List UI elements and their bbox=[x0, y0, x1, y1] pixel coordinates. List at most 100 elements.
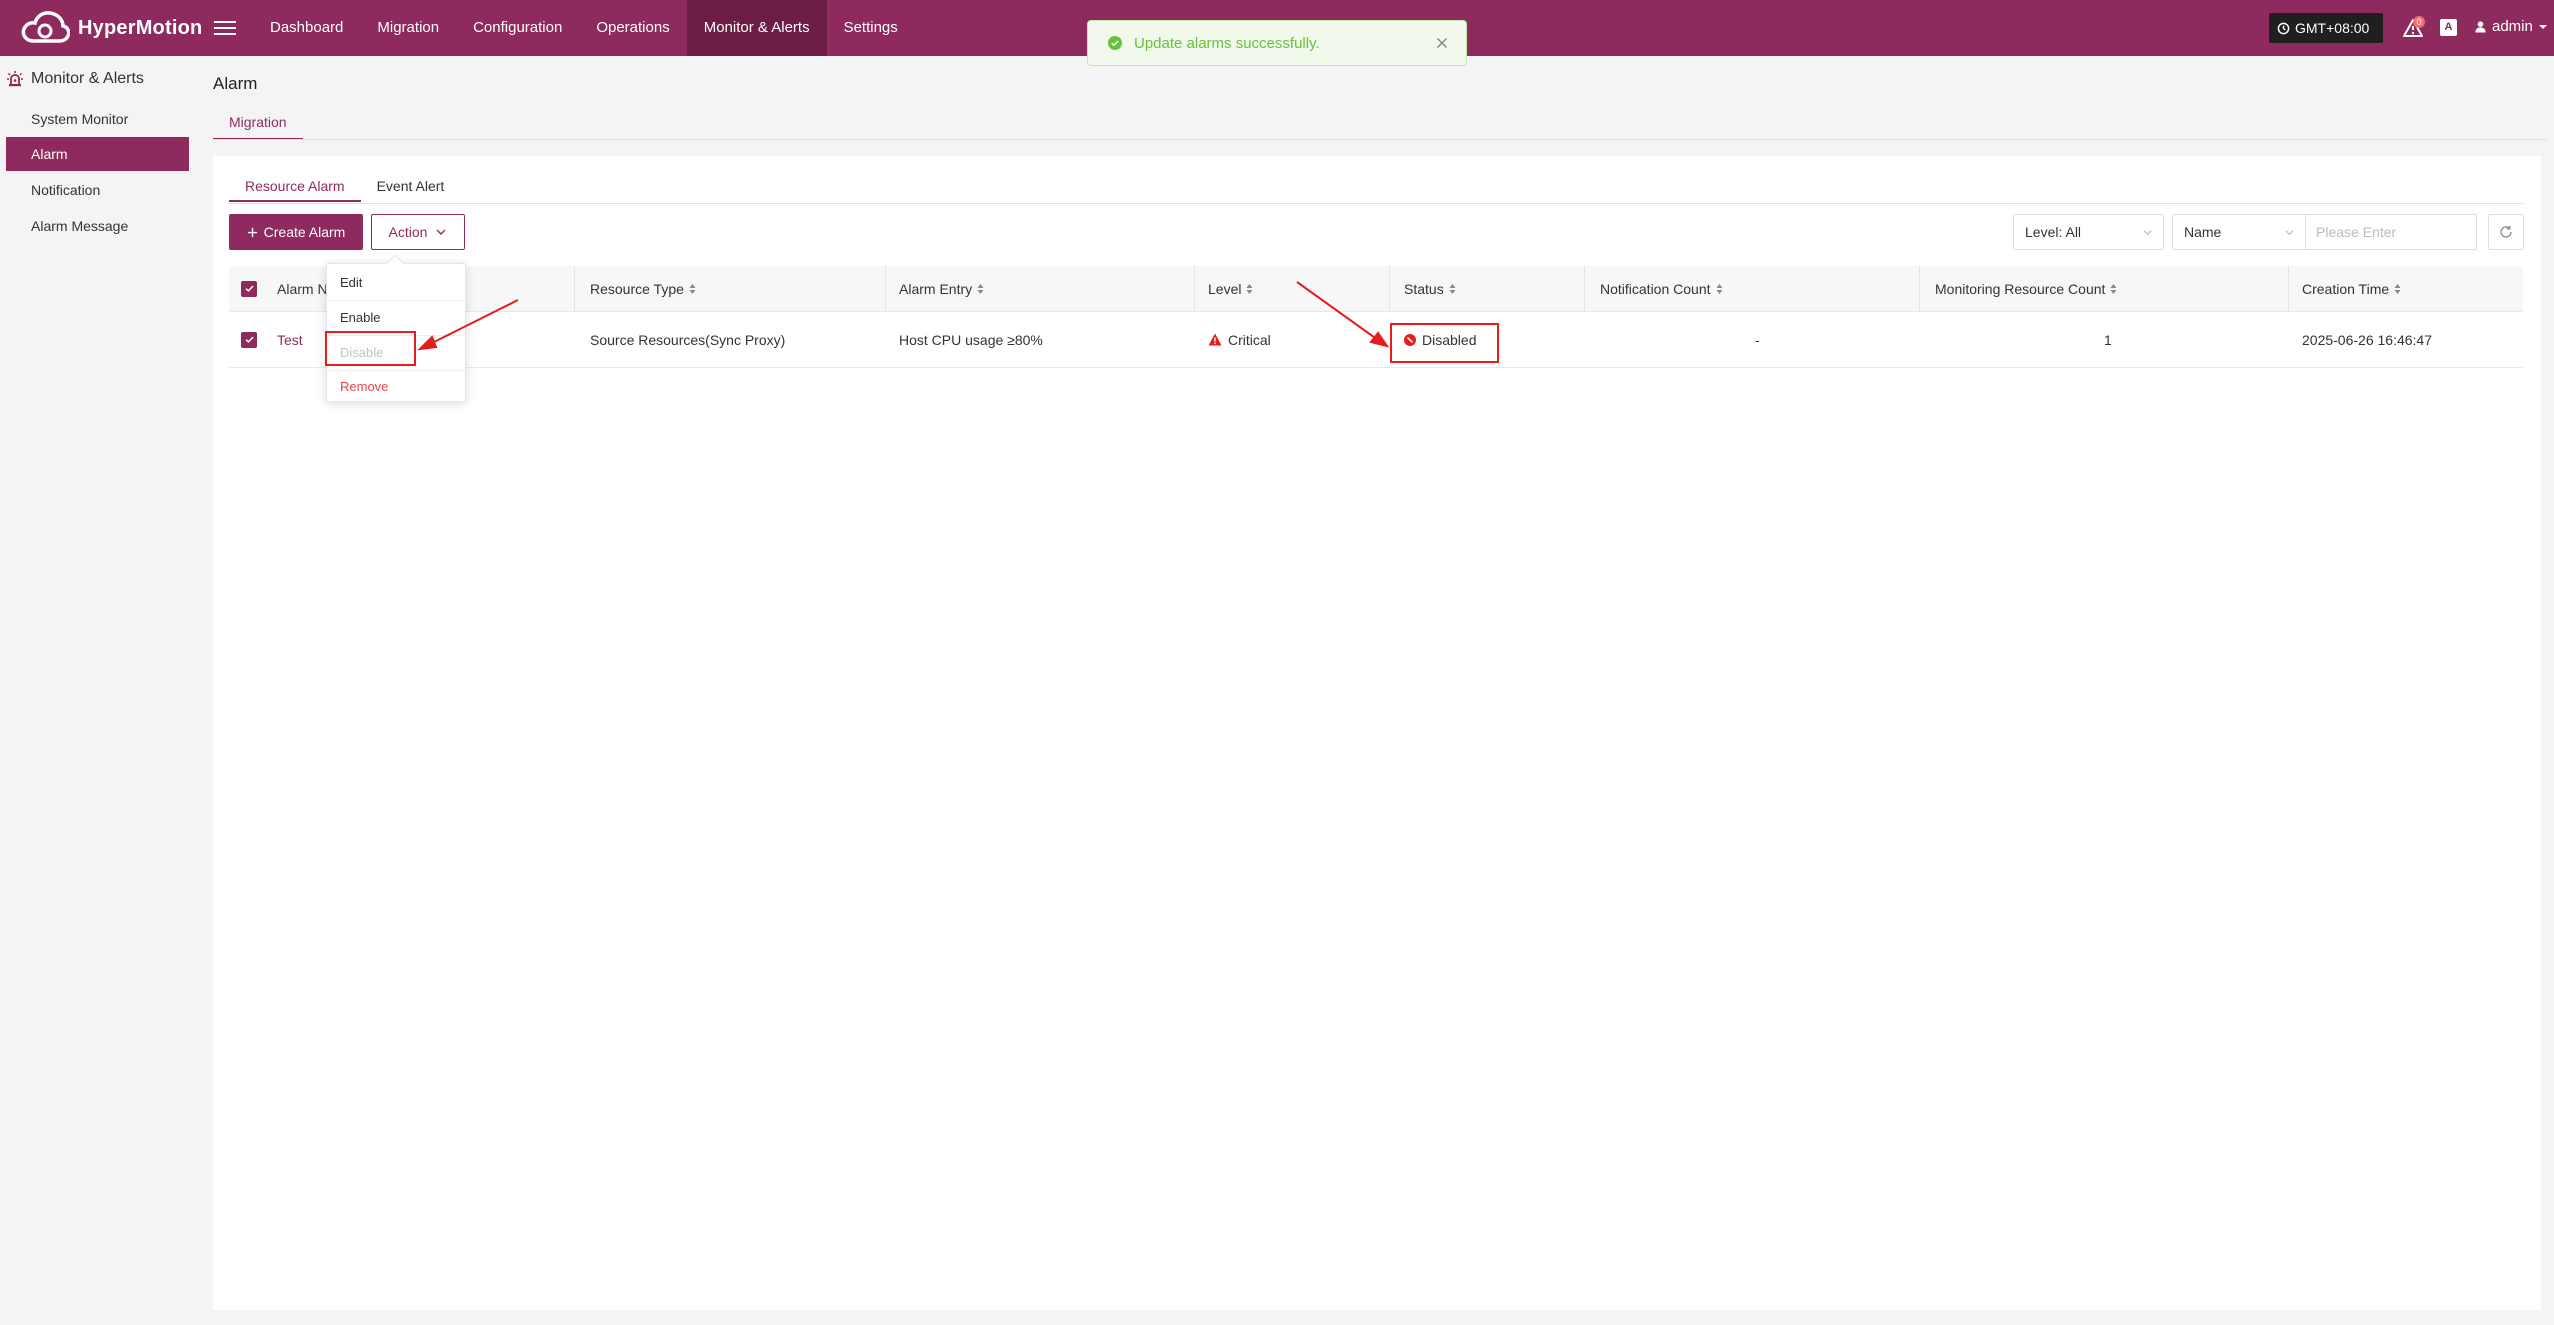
col-notification-count[interactable]: Notification Count bbox=[1600, 266, 1723, 311]
critical-warning-icon bbox=[1208, 333, 1222, 346]
sort-icon bbox=[689, 283, 696, 294]
sidebar-section-title: Monitor & Alerts bbox=[6, 70, 144, 88]
select-all-cell bbox=[241, 266, 257, 311]
chevron-down-icon bbox=[2285, 230, 2294, 236]
column-divider bbox=[1584, 266, 1585, 312]
main-panel: Resource Alarm Event Alert Create Alarm … bbox=[213, 156, 2541, 1310]
create-alarm-label: Create Alarm bbox=[263, 224, 346, 240]
col-label: Status bbox=[1404, 280, 1444, 297]
nav-monitor-alerts[interactable]: Monitor & Alerts bbox=[686, 0, 827, 56]
col-resource-type[interactable]: Resource Type bbox=[590, 266, 696, 311]
sidebar-section-label: Monitor & Alerts bbox=[31, 70, 144, 87]
menu-item-edit[interactable]: Edit bbox=[327, 266, 465, 300]
main-nav: Dashboard Migration Configuration Operat… bbox=[253, 0, 915, 56]
level-cell: Critical bbox=[1208, 312, 1271, 367]
language-icon[interactable]: A bbox=[2440, 19, 2457, 36]
toast-message: Update alarms successfully. bbox=[1134, 34, 1320, 52]
alarm-name-link[interactable]: Test bbox=[277, 312, 303, 367]
alert-count-badge: 0 bbox=[2413, 16, 2425, 28]
success-toast: Update alarms successfully. bbox=[1087, 20, 1467, 66]
col-status[interactable]: Status bbox=[1404, 266, 1456, 311]
nav-dashboard[interactable]: Dashboard bbox=[253, 0, 360, 56]
check-icon bbox=[245, 285, 254, 292]
tab-event-alert[interactable]: Event Alert bbox=[361, 170, 461, 202]
table-header: Alarm Name Resource Type Alarm Entry Lev… bbox=[229, 266, 2523, 312]
user-menu[interactable]: admin bbox=[2474, 18, 2548, 35]
caret-down-icon bbox=[2538, 24, 2547, 29]
refresh-icon bbox=[2500, 225, 2512, 238]
search-field-value: Name bbox=[2184, 224, 2222, 240]
column-divider bbox=[1389, 266, 1390, 312]
disable-highlight-box bbox=[325, 331, 416, 366]
notification-count-cell: - bbox=[1755, 331, 1760, 348]
subtabs: Resource Alarm Event Alert bbox=[229, 170, 460, 202]
col-creation-time[interactable]: Creation Time bbox=[2302, 266, 2401, 311]
brand-name: HyperMotion bbox=[78, 16, 203, 39]
sidebar-item-system-monitor[interactable]: System Monitor bbox=[6, 102, 189, 136]
sidebar-item-alarm-message[interactable]: Alarm Message bbox=[6, 209, 189, 243]
action-label: Action bbox=[388, 224, 428, 240]
column-divider bbox=[1194, 266, 1195, 312]
column-divider bbox=[2288, 266, 2289, 312]
sort-icon bbox=[1449, 283, 1456, 294]
check-icon bbox=[245, 336, 254, 343]
col-label: Alarm Entry bbox=[899, 280, 973, 297]
col-label: Notification Count bbox=[1600, 280, 1711, 297]
timezone-badge[interactable]: GMT+08:00 bbox=[2269, 13, 2383, 43]
col-label: Level bbox=[1208, 280, 1242, 297]
col-label: Resource Type bbox=[590, 280, 684, 297]
row-select-cell bbox=[241, 312, 257, 367]
create-alarm-button[interactable]: Create Alarm bbox=[229, 214, 363, 250]
plus-icon bbox=[247, 227, 257, 237]
sidebar-item-alarm[interactable]: Alarm bbox=[6, 137, 189, 171]
column-divider bbox=[885, 266, 886, 312]
sort-icon bbox=[1246, 283, 1253, 294]
status-highlight-box bbox=[1390, 323, 1499, 363]
tab-migration[interactable]: Migration bbox=[213, 108, 303, 140]
col-alarm-entry[interactable]: Alarm Entry bbox=[899, 266, 984, 311]
level-text: Critical bbox=[1228, 331, 1271, 348]
subtab-divider bbox=[229, 203, 2523, 204]
col-level[interactable]: Level bbox=[1208, 266, 1253, 311]
user-name: admin bbox=[2492, 18, 2533, 35]
row-checkbox[interactable] bbox=[241, 331, 257, 348]
select-all-checkbox[interactable] bbox=[241, 280, 257, 297]
menu-item-remove[interactable]: Remove bbox=[327, 370, 465, 404]
menu-toggle-icon[interactable] bbox=[214, 17, 236, 39]
alarm-entry-cell: Host CPU usage ≥80% bbox=[899, 331, 1043, 348]
column-divider bbox=[1919, 266, 1920, 312]
close-icon[interactable] bbox=[1434, 35, 1450, 51]
sort-icon bbox=[977, 283, 984, 294]
tab-resource-alarm[interactable]: Resource Alarm bbox=[229, 170, 361, 202]
menu-item-enable[interactable]: Enable bbox=[327, 301, 465, 335]
logo[interactable]: HyperMotion bbox=[20, 9, 202, 47]
success-check-icon bbox=[1108, 36, 1122, 50]
search-input[interactable] bbox=[2305, 214, 2477, 250]
tab-divider bbox=[213, 139, 2546, 140]
col-label: Monitoring Resource Count bbox=[1935, 280, 2106, 297]
nav-settings[interactable]: Settings bbox=[827, 0, 915, 56]
nav-migration[interactable]: Migration bbox=[360, 0, 456, 56]
monitoring-resource-count-cell: 1 bbox=[2104, 331, 2112, 348]
nav-configuration[interactable]: Configuration bbox=[456, 0, 579, 56]
table-row[interactable]: Test Source Resources(Sync Proxy) Host C… bbox=[229, 312, 2523, 368]
creation-time-cell: 2025-06-26 16:46:47 bbox=[2302, 331, 2432, 348]
clock-icon bbox=[2277, 22, 2290, 34]
cloud-logo-icon bbox=[21, 11, 70, 43]
resource-type-cell: Source Resources(Sync Proxy) bbox=[590, 331, 786, 348]
nav-operations[interactable]: Operations bbox=[579, 0, 686, 56]
action-button[interactable]: Action bbox=[371, 214, 465, 250]
refresh-button[interactable] bbox=[2488, 214, 2524, 250]
column-divider bbox=[574, 266, 575, 312]
col-label: Creation Time bbox=[2302, 280, 2390, 297]
sort-icon bbox=[1716, 283, 1723, 294]
sidebar-item-notification[interactable]: Notification bbox=[6, 173, 189, 207]
col-monitoring-resource-count[interactable]: Monitoring Resource Count bbox=[1935, 266, 2117, 311]
level-filter-select[interactable]: Level: All bbox=[2013, 214, 2164, 250]
sort-icon bbox=[2110, 283, 2117, 294]
alarm-siren-icon bbox=[7, 71, 23, 87]
user-icon bbox=[2475, 21, 2486, 33]
search-field-select[interactable]: Name bbox=[2172, 214, 2306, 250]
level-filter-value: Level: All bbox=[2025, 224, 2082, 240]
sort-icon bbox=[2394, 283, 2401, 294]
